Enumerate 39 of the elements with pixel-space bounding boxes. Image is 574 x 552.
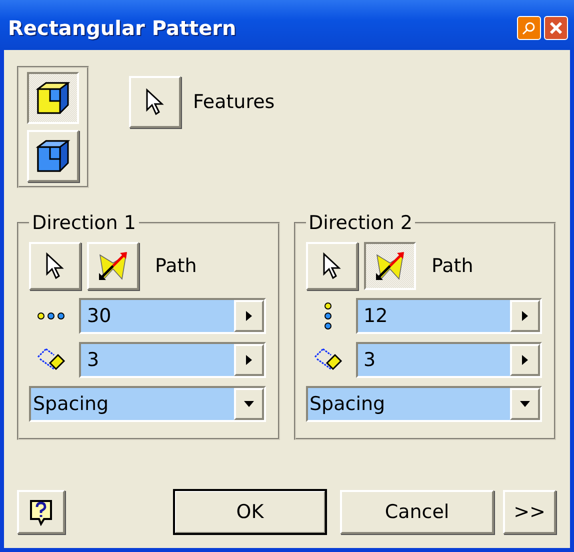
output-toggle-button[interactable] xyxy=(27,72,79,124)
pin-button[interactable] xyxy=(517,16,541,40)
method-dropdown[interactable]: Spacing xyxy=(29,386,266,422)
pointer-icon xyxy=(145,88,165,116)
arrow-button[interactable] xyxy=(234,344,264,376)
dropdown-button[interactable] xyxy=(234,388,264,420)
select-path-button[interactable] xyxy=(29,242,81,290)
pointer-icon xyxy=(322,252,342,280)
method-dropdown[interactable]: Spacing xyxy=(306,386,542,422)
path-label: Path xyxy=(155,255,197,277)
group-title: Direction 2 xyxy=(308,212,414,234)
spacing-field[interactable]: 3 xyxy=(356,342,542,378)
arrow-button[interactable] xyxy=(234,300,264,332)
group-title: Direction 1 xyxy=(31,212,137,234)
dots-icon xyxy=(37,311,65,321)
window-title: Rectangular Pattern xyxy=(8,16,238,40)
flip-direction-button[interactable] xyxy=(364,242,416,290)
flip-arrow-icon xyxy=(96,249,130,283)
path-label: Path xyxy=(432,255,474,277)
spacing-icon xyxy=(312,347,342,373)
count-field[interactable]: 12 xyxy=(356,298,542,334)
help-icon xyxy=(28,498,54,526)
features-label: Features xyxy=(193,91,275,113)
cancel-button[interactable]: Cancel xyxy=(340,490,494,534)
dropdown-button[interactable] xyxy=(510,388,540,420)
more-button[interactable]: >> xyxy=(503,490,556,534)
pointer-icon xyxy=(45,252,65,280)
arrow-button[interactable] xyxy=(510,300,540,332)
dots-icon xyxy=(322,302,332,330)
spacing-icon xyxy=(36,347,66,373)
close-button[interactable] xyxy=(544,16,568,40)
help-button[interactable] xyxy=(17,490,65,534)
arrow-button[interactable] xyxy=(510,344,540,376)
ok-button[interactable]: OK xyxy=(174,490,326,534)
count-field[interactable]: 30 xyxy=(79,298,266,334)
spacing-field[interactable]: 3 xyxy=(79,342,266,378)
close-icon xyxy=(549,21,563,35)
select-path-button[interactable] xyxy=(306,242,358,290)
select-features-button[interactable] xyxy=(129,76,181,128)
